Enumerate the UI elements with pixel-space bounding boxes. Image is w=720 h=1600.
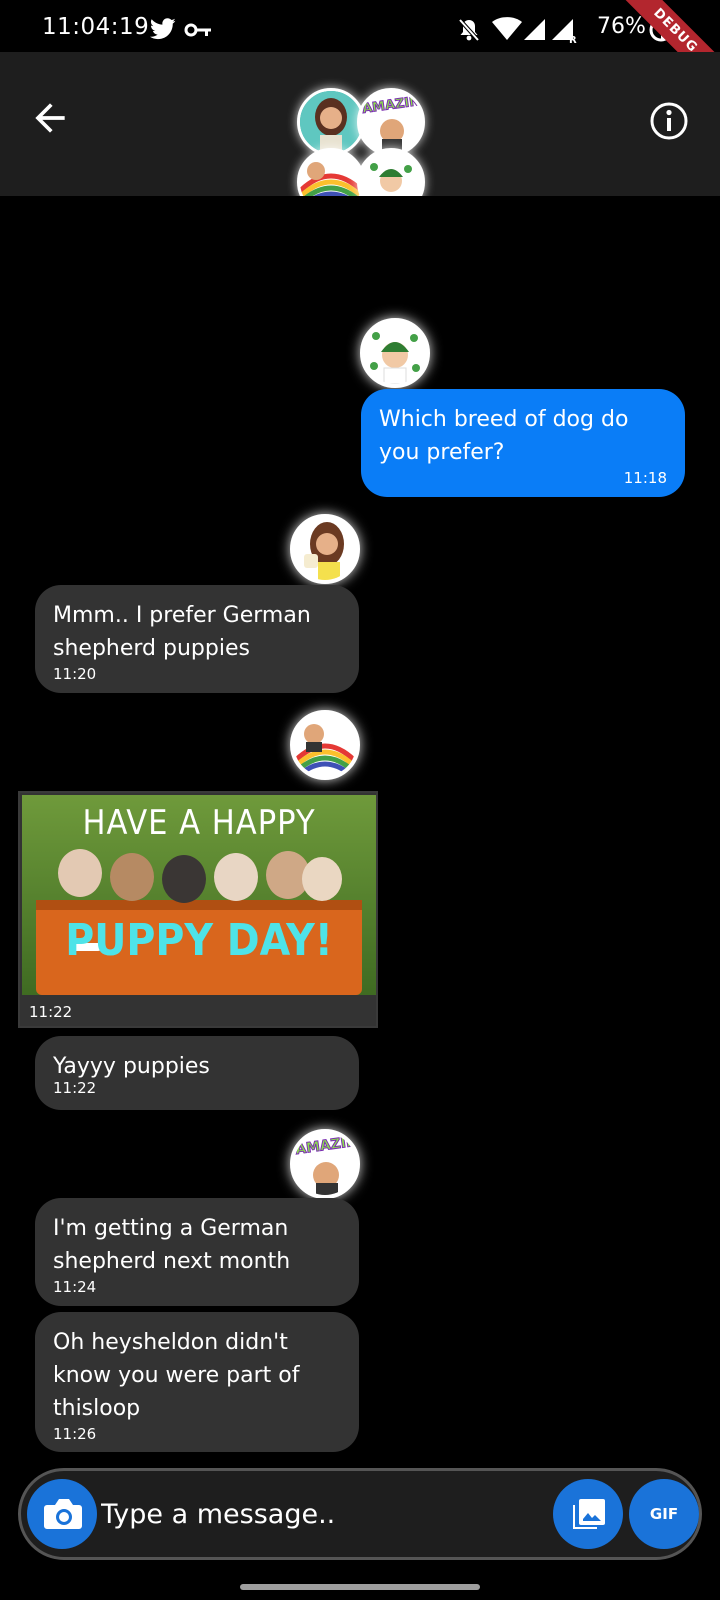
status-time: 11:04:19 bbox=[42, 14, 150, 40]
sender-avatar[interactable] bbox=[360, 318, 430, 388]
sender-avatar[interactable]: AMAZING bbox=[290, 1129, 360, 1199]
gif-button[interactable]: GIF bbox=[629, 1479, 699, 1549]
status-bar: 11:04:19 R 76% DEBUG bbox=[0, 0, 720, 101]
message-time: 11:18 bbox=[623, 469, 667, 487]
photo-library-icon bbox=[573, 1499, 605, 1529]
message-bubble-incoming[interactable]: Oh heysheldon didn't know you were part … bbox=[35, 1312, 359, 1452]
message-time: 11:20 bbox=[53, 665, 97, 683]
message-text: I'm getting a German shepherd next month bbox=[53, 1216, 291, 1274]
message-bubble-outgoing[interactable]: Which breed of dog do you prefer? 11:18 bbox=[361, 389, 685, 497]
twitter-icon bbox=[150, 18, 176, 40]
bitmoji-nice-day-icon bbox=[294, 714, 356, 776]
signal-roaming-icon: R bbox=[552, 19, 577, 43]
app-bar: AMAZING bbox=[0, 52, 720, 196]
camera-icon bbox=[44, 1499, 82, 1529]
sender-avatar[interactable] bbox=[290, 514, 360, 584]
member-avatar-nice-day bbox=[297, 148, 365, 196]
signal-icon bbox=[524, 19, 545, 40]
message-text: Which breed of dog do you prefer? bbox=[379, 407, 629, 465]
message-time: 11:26 bbox=[53, 1425, 97, 1443]
message-composer: GIF bbox=[18, 1468, 702, 1560]
image-message[interactable]: HAVE A HAPPY PUPPY DAY! 11:22 bbox=[18, 791, 378, 1028]
message-bubble-incoming[interactable]: Yayyy puppies 11:22 bbox=[35, 1036, 359, 1110]
image-caption-bottom: PUPPY DAY! bbox=[65, 915, 333, 966]
bitmoji-clover-icon bbox=[364, 322, 426, 384]
info-icon[interactable] bbox=[648, 100, 690, 142]
arrow-back-icon[interactable] bbox=[28, 96, 72, 140]
bitmoji-woman-icon bbox=[300, 91, 362, 153]
member-avatar-woman bbox=[297, 88, 365, 156]
message-bubble-incoming[interactable]: I'm getting a German shepherd next month… bbox=[35, 1198, 359, 1306]
battery-percent: 76% bbox=[597, 14, 646, 39]
message-input[interactable] bbox=[101, 1491, 541, 1537]
bitmoji-clover-icon bbox=[360, 151, 422, 196]
notifications-off-icon bbox=[458, 18, 480, 42]
bitmoji-woman-icon bbox=[294, 518, 356, 580]
svg-text:R: R bbox=[569, 35, 577, 43]
image-caption-top: HAVE A HAPPY bbox=[82, 803, 316, 843]
member-avatar-clover bbox=[357, 148, 425, 196]
wifi-icon bbox=[492, 17, 522, 40]
message-text: Oh heysheldon didn't know you were part … bbox=[53, 1330, 300, 1421]
vpn-key-icon bbox=[184, 23, 211, 37]
message-bubble-incoming[interactable]: Mmm.. I prefer German shepherd puppies 1… bbox=[35, 585, 359, 693]
gallery-button[interactable] bbox=[553, 1479, 623, 1549]
puppy-image[interactable]: HAVE A HAPPY PUPPY DAY! bbox=[22, 795, 376, 995]
message-time: 11:22 bbox=[29, 1003, 73, 1021]
home-indicator[interactable] bbox=[240, 1584, 480, 1590]
message-text: Mmm.. I prefer German shepherd puppies bbox=[53, 603, 311, 661]
group-avatar[interactable]: AMAZING bbox=[297, 88, 425, 196]
bitmoji-amazing-icon: AMAZING bbox=[294, 1133, 356, 1195]
bitmoji-nice-day-icon bbox=[300, 151, 362, 196]
camera-button[interactable] bbox=[27, 1479, 97, 1549]
message-time: 11:24 bbox=[53, 1278, 97, 1296]
member-avatar-amazing: AMAZING bbox=[357, 88, 425, 156]
bitmoji-amazing-icon: AMAZING bbox=[360, 91, 422, 153]
sender-avatar[interactable] bbox=[290, 710, 360, 780]
